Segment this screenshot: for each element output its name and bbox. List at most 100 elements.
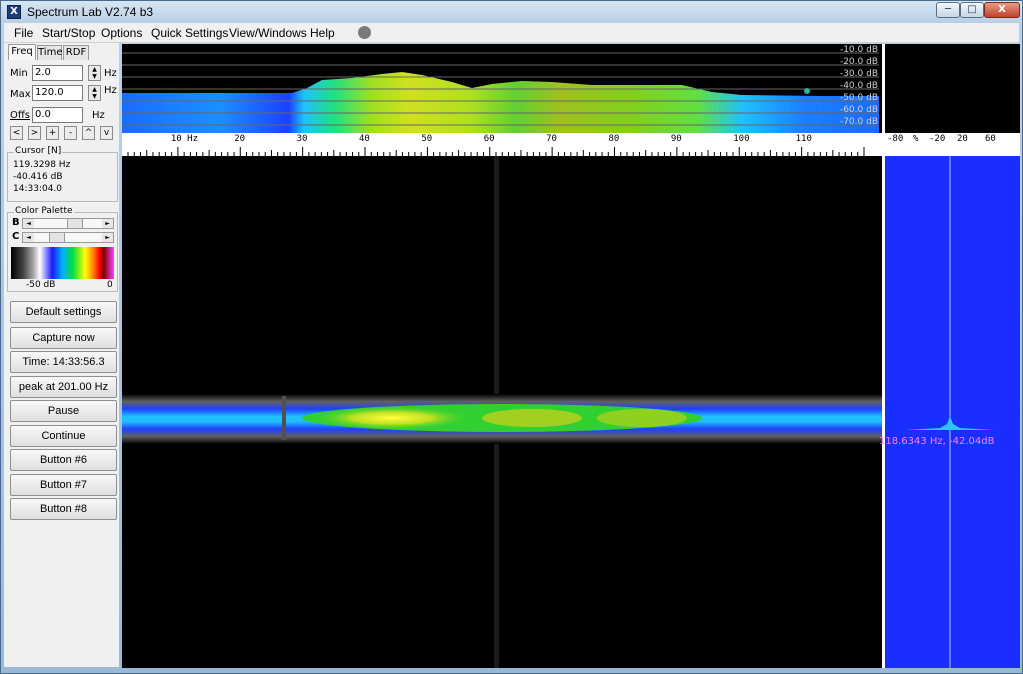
spectrum-fill	[122, 72, 879, 133]
scroll-left-button[interactable]: <	[10, 126, 23, 140]
menu-options[interactable]: Options	[101, 26, 142, 40]
max-freq-spinner[interactable]: ▲ ▼	[88, 85, 101, 101]
arrow-left-icon[interactable]: ◄	[23, 219, 34, 228]
palette-min-label: -50 dB	[26, 280, 56, 290]
peak-readout: 118.6343 Hz, -42.04dB	[879, 436, 995, 447]
level-tick-label: -20	[929, 134, 946, 144]
level-peak-shape	[905, 416, 995, 430]
app-window: X Spectrum Lab V2.74 b3 ─ □ X File Start…	[0, 0, 1023, 674]
max-unit: Hz	[104, 85, 117, 96]
peak-button[interactable]: peak at 201.00 Hz	[10, 376, 117, 398]
db-label: -60.0 dB	[839, 105, 878, 115]
max-freq-input[interactable]: 120.0	[32, 85, 83, 101]
record-status-icon[interactable]	[358, 26, 371, 39]
db-label: -40.0 dB	[839, 81, 878, 91]
menu-view-windows[interactable]: View/Windows	[229, 26, 307, 40]
button-7[interactable]: Button #7	[10, 474, 117, 496]
waterfall-display[interactable]	[122, 156, 882, 668]
freq-tick-label: 80	[608, 134, 620, 144]
contrast-thumb[interactable]	[49, 233, 65, 242]
min-unit: Hz	[104, 68, 117, 79]
cursor-group-title: Cursor [N]	[14, 146, 63, 156]
arrow-left-icon[interactable]: ◄	[23, 233, 34, 242]
color-palette-bar[interactable]	[11, 247, 114, 279]
db-label: -10.0 dB	[839, 45, 878, 55]
brightness-label: B	[12, 217, 20, 228]
max-label: Max	[10, 89, 31, 100]
zoom-in-button[interactable]: +	[46, 126, 59, 140]
menu-help[interactable]: Help	[310, 26, 335, 40]
db-label: -20.0 dB	[839, 57, 878, 67]
close-button[interactable]: X	[984, 2, 1020, 18]
menu-bar: File Start/Stop Options Quick Settings V…	[4, 23, 1019, 43]
min-freq-input[interactable]: 2.0	[32, 65, 83, 81]
level-tick-label: 20	[957, 134, 968, 144]
title-bar[interactable]: X Spectrum Lab V2.74 b3 ─ □ X	[1, 1, 1022, 23]
level-tick-label: 60	[985, 134, 996, 144]
default-settings-button[interactable]: Default settings	[10, 301, 117, 323]
tab-freq[interactable]: Freq	[8, 44, 36, 60]
cursor-marker[interactable]	[804, 88, 810, 94]
menu-file[interactable]: File	[14, 26, 33, 40]
capture-now-button[interactable]: Capture now	[10, 327, 117, 349]
shift-up-button[interactable]: ^	[82, 126, 95, 140]
frequency-scale[interactable]: 10 Hz 20 30 40 50 60 70 80 90 100 110	[122, 133, 882, 156]
pause-button[interactable]: Pause	[10, 400, 117, 422]
arrow-right-icon[interactable]: ►	[102, 219, 113, 228]
brightness-thumb[interactable]	[67, 219, 83, 228]
offset-input[interactable]: 0.0	[32, 107, 83, 123]
freq-tick-label: 10 Hz	[170, 134, 198, 144]
min-freq-spinner[interactable]: ▲ ▼	[88, 65, 101, 81]
minimize-button[interactable]: ─	[936, 2, 960, 18]
db-label: -70.0 dB	[839, 117, 878, 127]
freq-tick-label: 20	[234, 134, 246, 144]
scroll-right-button[interactable]: >	[28, 126, 41, 140]
tab-rdf[interactable]: RDF	[63, 45, 89, 60]
window-title: Spectrum Lab V2.74 b3	[27, 5, 154, 19]
arrow-right-icon[interactable]: ►	[102, 233, 113, 242]
spin-up-icon[interactable]: ▲	[92, 66, 97, 73]
offs-label: Offs	[10, 110, 30, 121]
cursor-time: 14:33:04.0	[13, 184, 63, 194]
contrast-slider[interactable]: ◄ ►	[22, 232, 114, 243]
spectrum-display[interactable]: -10.0 dB -20.0 dB -30.0 dB -40.0 dB -50.…	[122, 44, 1020, 668]
menu-start-stop[interactable]: Start/Stop	[42, 26, 95, 40]
freq-tick-label: 100	[733, 134, 750, 144]
brightness-slider[interactable]: ◄ ►	[22, 218, 114, 229]
waterfall-artifact	[282, 396, 286, 440]
spin-up-icon[interactable]: ▲	[92, 86, 97, 93]
offs-unit: Hz	[92, 110, 105, 121]
freq-tick-label: 50	[421, 134, 433, 144]
waterfall-peak-blob	[597, 409, 687, 427]
level-scale: -80 % -20 20 60	[883, 133, 1020, 156]
freq-tick-label: 30	[296, 134, 308, 144]
shift-down-button[interactable]: v	[100, 126, 113, 140]
cursor-level: -40.416 dB	[13, 172, 63, 182]
spectrum-graph[interactable]	[122, 44, 882, 133]
waterfall-peak-blob	[482, 409, 582, 427]
cursor-frequency: 119.3298 Hz	[13, 160, 71, 170]
tab-time[interactable]: Time	[37, 45, 62, 60]
button-6[interactable]: Button #6	[10, 449, 117, 471]
min-label: Min	[10, 68, 28, 79]
palette-max-label: 0	[107, 280, 113, 290]
db-axis: -10.0 dB -20.0 dB -30.0 dB -40.0 dB -50.…	[812, 44, 880, 133]
button-8[interactable]: Button #8	[10, 498, 117, 520]
db-label: -30.0 dB	[839, 69, 878, 79]
db-label: -50.0 dB	[839, 93, 878, 103]
freq-tick-label: 40	[359, 134, 370, 144]
spin-down-icon[interactable]: ▼	[92, 93, 97, 100]
level-panel[interactable]	[885, 156, 1020, 668]
freq-tick-label: 60	[483, 134, 495, 144]
continue-button[interactable]: Continue	[10, 425, 117, 447]
freq-tick-label: 110	[795, 134, 812, 144]
time-button[interactable]: Time: 14:33:56.3	[10, 351, 117, 373]
waterfall-peak-blob	[312, 406, 472, 430]
zoom-out-button[interactable]: -	[64, 126, 77, 140]
maximize-button[interactable]: □	[960, 2, 984, 18]
control-panel: Freq Time RDF Min 2.0 ▲ ▼ Hz Max 120.0 ▲ ▼…	[4, 43, 119, 667]
level-tick-label: %	[913, 134, 919, 144]
spin-down-icon[interactable]: ▼	[92, 73, 97, 80]
menu-quick-settings[interactable]: Quick Settings	[151, 26, 228, 40]
freq-tick-label: 90	[670, 134, 682, 144]
